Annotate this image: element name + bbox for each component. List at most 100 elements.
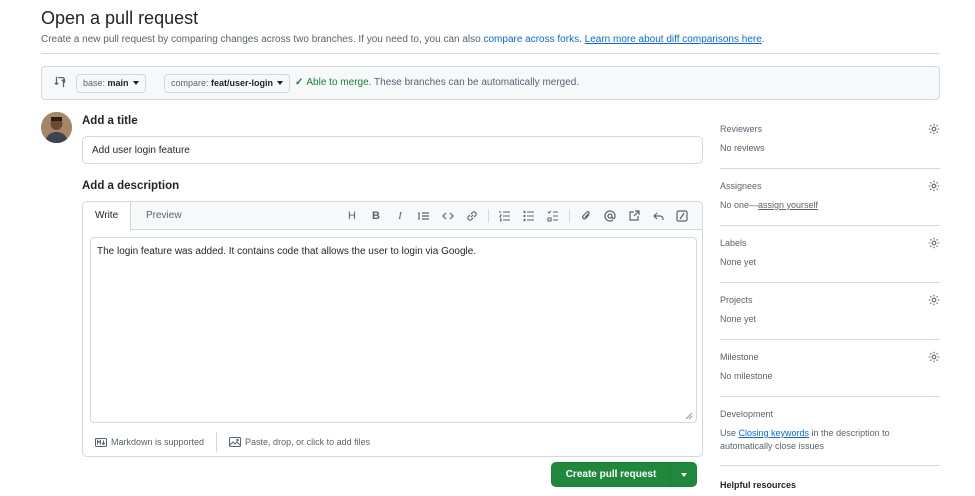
learn-more-link[interactable]: Learn more about diff comparisons here	[585, 34, 762, 45]
editor-header: Write Preview H B I	[83, 202, 702, 231]
image-icon	[229, 437, 242, 447]
gear-icon[interactable]	[928, 237, 940, 249]
base-branch-name: main	[107, 78, 129, 88]
attach-files-area[interactable]: Paste, drop, or click to add files	[217, 437, 382, 447]
sidebar-milestone: Milestone No milestone	[720, 340, 940, 397]
slash-square-icon	[676, 210, 688, 222]
create-pull-request-button-group: Create pull request	[551, 462, 697, 487]
editor-footer: Markdown is supported Paste, drop, or cl…	[83, 428, 702, 456]
development-value: Use Closing keywords in the description …	[720, 427, 910, 453]
development-title: Development	[720, 409, 774, 419]
assign-yourself-link[interactable]: assign yourself	[758, 200, 818, 210]
attach-note: Paste, drop, or click to add files	[245, 437, 371, 447]
labels-title: Labels	[720, 238, 747, 248]
reviewers-title: Reviewers	[720, 124, 763, 134]
code-button[interactable]	[436, 208, 460, 224]
chevron-down-icon	[132, 81, 139, 85]
mention-icon	[604, 210, 616, 222]
compare-branch-name: feat/user-login	[211, 78, 274, 88]
description-editor: Write Preview H B I The login feature wa…	[82, 201, 703, 457]
markdown-supported-link[interactable]: Markdown is supported	[83, 437, 216, 447]
link-icon	[467, 211, 477, 221]
reference-button[interactable]	[622, 208, 646, 224]
sidebar-reviewers: Reviewers No reviews	[720, 112, 940, 169]
code-icon	[442, 212, 454, 220]
sidebar: Reviewers No reviews Assignees No one—as…	[720, 112, 940, 490]
gear-icon[interactable]	[928, 351, 940, 363]
heading-button[interactable]: H	[340, 208, 364, 224]
task-list-button[interactable]	[541, 208, 565, 224]
milestone-title: Milestone	[720, 352, 759, 362]
merge-status-ok: Able to merge.	[306, 77, 372, 88]
gear-icon[interactable]	[928, 123, 940, 135]
cross-reference-icon	[629, 210, 640, 221]
task-list-icon	[547, 210, 558, 222]
compare-label: compare:	[171, 78, 212, 88]
base-label: base:	[83, 78, 108, 88]
merge-status: ✓ Able to merge. These branches can be au…	[295, 77, 579, 88]
assignees-title: Assignees	[720, 181, 762, 191]
sidebar-projects: Projects None yet	[720, 283, 940, 340]
sidebar-labels: Labels None yet	[720, 226, 940, 283]
sidebar-assignees: Assignees No one—assign yourself	[720, 169, 940, 226]
quote-button[interactable]	[412, 208, 436, 224]
resize-handle-icon[interactable]	[685, 412, 693, 420]
sidebar-development: Development Use Closing keywords in the …	[720, 397, 940, 466]
merge-status-text: These branches can be automatically merg…	[371, 77, 580, 88]
git-compare-icon	[54, 76, 66, 88]
milestone-value: No milestone	[720, 371, 773, 381]
toolbar-divider	[569, 209, 570, 223]
bold-icon: B	[372, 210, 380, 222]
development-text: Use	[720, 428, 739, 438]
bullet-list-icon	[523, 210, 534, 222]
page-subtitle: Create a new pull request by comparing c…	[41, 34, 765, 45]
markdown-toolbar: H B I	[340, 208, 694, 224]
numbered-list-button[interactable]	[493, 208, 517, 224]
description-label: Add a description	[82, 180, 180, 192]
create-pull-request-button[interactable]: Create pull request	[552, 463, 670, 486]
title-label: Add a title	[82, 115, 138, 127]
create-options-dropdown[interactable]	[670, 463, 696, 486]
check-icon: ✓	[295, 77, 304, 88]
page-title: Open a pull request	[41, 8, 199, 28]
title-input[interactable]	[82, 136, 703, 164]
gear-icon[interactable]	[928, 180, 940, 192]
base-branch-select[interactable]: base: main	[76, 74, 146, 93]
reply-icon	[653, 212, 664, 220]
italic-button[interactable]: I	[388, 208, 412, 224]
tab-write[interactable]: Write	[83, 202, 132, 231]
closing-keywords-link[interactable]: Closing keywords	[739, 428, 810, 438]
branch-compare-bar: base: main compare: feat/user-login ✓ Abl…	[41, 66, 940, 100]
markdown-note: Markdown is supported	[111, 437, 205, 447]
quote-icon	[418, 212, 429, 220]
mention-button[interactable]	[598, 208, 622, 224]
link-button[interactable]	[460, 208, 484, 224]
gear-icon[interactable]	[928, 294, 940, 306]
italic-icon: I	[398, 210, 402, 222]
slash-command-button[interactable]	[670, 208, 694, 224]
chevron-down-icon	[277, 81, 284, 85]
subtitle-text: Create a new pull request by comparing c…	[41, 34, 484, 45]
markdown-icon	[95, 437, 107, 447]
projects-title: Projects	[720, 295, 753, 305]
attach-button[interactable]	[574, 208, 598, 224]
assignees-none: No one—	[720, 200, 759, 210]
labels-value: None yet	[720, 257, 757, 267]
compare-branch-select[interactable]: compare: feat/user-login	[164, 74, 291, 93]
avatar[interactable]	[41, 112, 72, 143]
bullet-list-button[interactable]	[517, 208, 541, 224]
numbered-list-icon	[499, 211, 510, 222]
avatar-image	[41, 112, 72, 143]
description-textarea[interactable]: The login feature was added. It contains…	[90, 237, 697, 423]
compare-forks-link[interactable]: compare across forks	[483, 34, 579, 45]
paperclip-icon	[582, 211, 590, 220]
reviewers-value: No reviews	[720, 143, 765, 153]
subtitle-end: .	[761, 34, 765, 45]
reply-button[interactable]	[646, 208, 670, 224]
projects-value: None yet	[720, 314, 757, 324]
tab-preview[interactable]: Preview	[134, 202, 194, 230]
heading-icon: H	[348, 210, 356, 222]
chevron-down-icon	[680, 472, 687, 477]
bold-button[interactable]: B	[364, 208, 388, 224]
assignees-value: No one—assign yourself	[720, 200, 818, 210]
